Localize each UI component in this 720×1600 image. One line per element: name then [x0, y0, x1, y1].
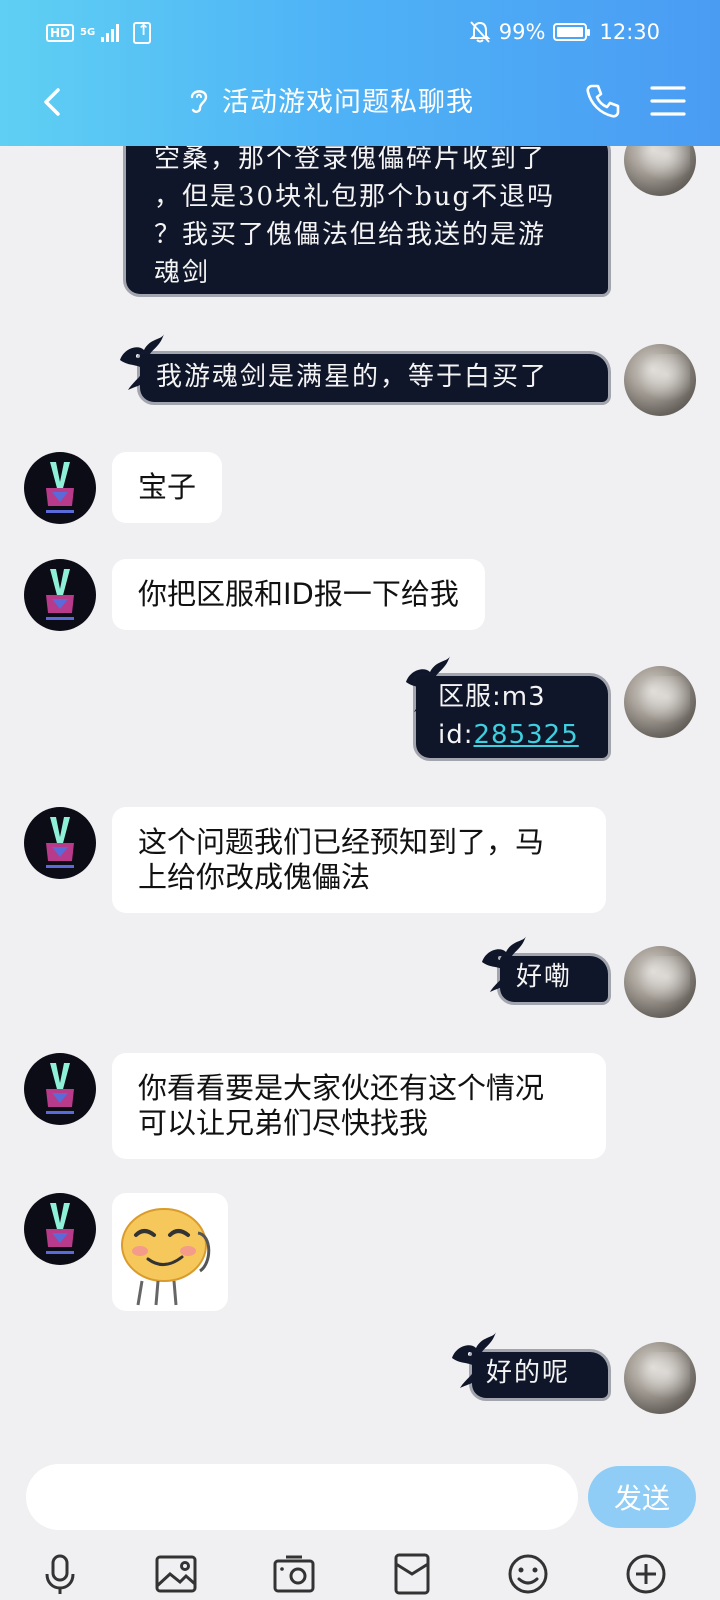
upload-icon: [133, 21, 152, 44]
status-right: 99% 12:30: [469, 20, 660, 44]
message-bubble-self[interactable]: 空桑，那个登录傀儡碎片收到了 ，但是30块礼包那个bug不退吗 ？我买了傀儡法但…: [126, 146, 608, 294]
id-link[interactable]: 285325: [474, 720, 579, 750]
back-button[interactable]: [34, 82, 74, 122]
chat-header: HD 5G 99% 12:30 活动游戏问题: [0, 0, 720, 146]
message-line: 魂剑: [154, 258, 211, 288]
send-button[interactable]: 发送: [588, 1466, 696, 1528]
battery-percent: 99%: [498, 20, 546, 44]
ear-icon: [190, 89, 208, 113]
network-type: 5G: [80, 27, 96, 38]
message-line: 可以让兄弟们尽快找我: [138, 1106, 429, 1140]
smirk-emoji-sticker-icon: [121, 1208, 211, 1306]
title-wrap: 活动游戏问题私聊我: [186, 80, 474, 119]
hd-badge: HD: [46, 24, 75, 42]
message-bubble-other[interactable]: 你看看要是大家伙还有这个情况 可以让兄弟们尽快找我: [112, 1053, 606, 1159]
plus-icon[interactable]: [624, 1552, 668, 1596]
chat-title: 活动游戏问题私聊我: [222, 87, 474, 118]
camera-icon[interactable]: [272, 1552, 316, 1596]
message-line: 上给你改成傀儡法: [138, 860, 371, 894]
self-avatar[interactable]: [624, 946, 696, 1018]
mute-bell-icon: [469, 21, 491, 43]
contact-avatar[interactable]: [24, 559, 96, 631]
message-bubble-self[interactable]: 好嘞: [500, 956, 608, 1002]
battery-icon: [553, 23, 591, 41]
emoji-icon[interactable]: [506, 1552, 550, 1596]
message-line: 我游魂剑是满星的，等于白买了: [156, 362, 549, 392]
microphone-icon[interactable]: [38, 1552, 82, 1596]
message-list[interactable]: 空桑，那个登录傀儡碎片收到了 ，但是30块礼包那个bug不退吗 ？我买了傀儡法但…: [0, 146, 720, 1450]
message-bubble-other[interactable]: 你把区服和ID报一下给我: [112, 559, 485, 630]
victory-logo-icon: [46, 569, 74, 620]
phone-call-button[interactable]: [584, 82, 622, 120]
message-line: id:285325: [438, 716, 608, 754]
message-line: ？我买了傀儡法但给我送的是游: [154, 220, 547, 250]
self-avatar[interactable]: [624, 1342, 696, 1414]
message-input[interactable]: [26, 1464, 578, 1530]
message-line: 空桑，那个登录傀儡碎片收到了: [154, 146, 547, 174]
message-line: 这个问题我们已经预知到了，马: [138, 825, 545, 859]
victory-logo-icon: [46, 462, 74, 513]
image-icon[interactable]: [154, 1552, 198, 1596]
red-packet-icon[interactable]: [390, 1552, 434, 1596]
status-left: HD 5G: [46, 21, 152, 44]
contact-avatar[interactable]: [24, 452, 96, 524]
victory-logo-icon: [46, 817, 74, 868]
self-avatar[interactable]: [624, 666, 696, 738]
message-bubble-self[interactable]: 我游魂剑是满星的，等于白买了: [140, 354, 608, 402]
signal-icon: [101, 24, 120, 42]
self-avatar[interactable]: [624, 344, 696, 416]
message-bubble-other[interactable]: 宝子: [112, 452, 223, 523]
contact-avatar[interactable]: [24, 1193, 96, 1265]
self-avatar[interactable]: [624, 146, 696, 196]
message-bubble-self[interactable]: 好的呢: [472, 1352, 608, 1398]
input-area: 发送: [0, 1450, 720, 1600]
sticker-bubble[interactable]: [112, 1193, 228, 1311]
message-line: ，但是30块礼包那个bug不退吗: [154, 182, 556, 212]
message-bubble-self[interactable]: 区服:m3 id:285325: [416, 676, 608, 758]
status-bar: HD 5G 99% 12:30: [0, 0, 720, 70]
id-prefix: id:: [438, 720, 474, 750]
message-line: 你看看要是大家伙还有这个情况: [138, 1071, 545, 1105]
victory-logo-icon: [46, 1203, 74, 1254]
clock: 12:30: [599, 20, 660, 44]
contact-avatar[interactable]: [24, 1053, 96, 1125]
victory-logo-icon: [46, 1063, 74, 1114]
input-toolbar: [0, 1542, 720, 1600]
message-bubble-other[interactable]: 这个问题我们已经预知到了，马 上给你改成傀儡法: [112, 807, 606, 913]
message-line: 区服:m3: [438, 682, 546, 712]
menu-button[interactable]: [648, 82, 688, 120]
contact-avatar[interactable]: [24, 807, 96, 879]
nav-bar: 活动游戏问题私聊我: [0, 70, 720, 146]
